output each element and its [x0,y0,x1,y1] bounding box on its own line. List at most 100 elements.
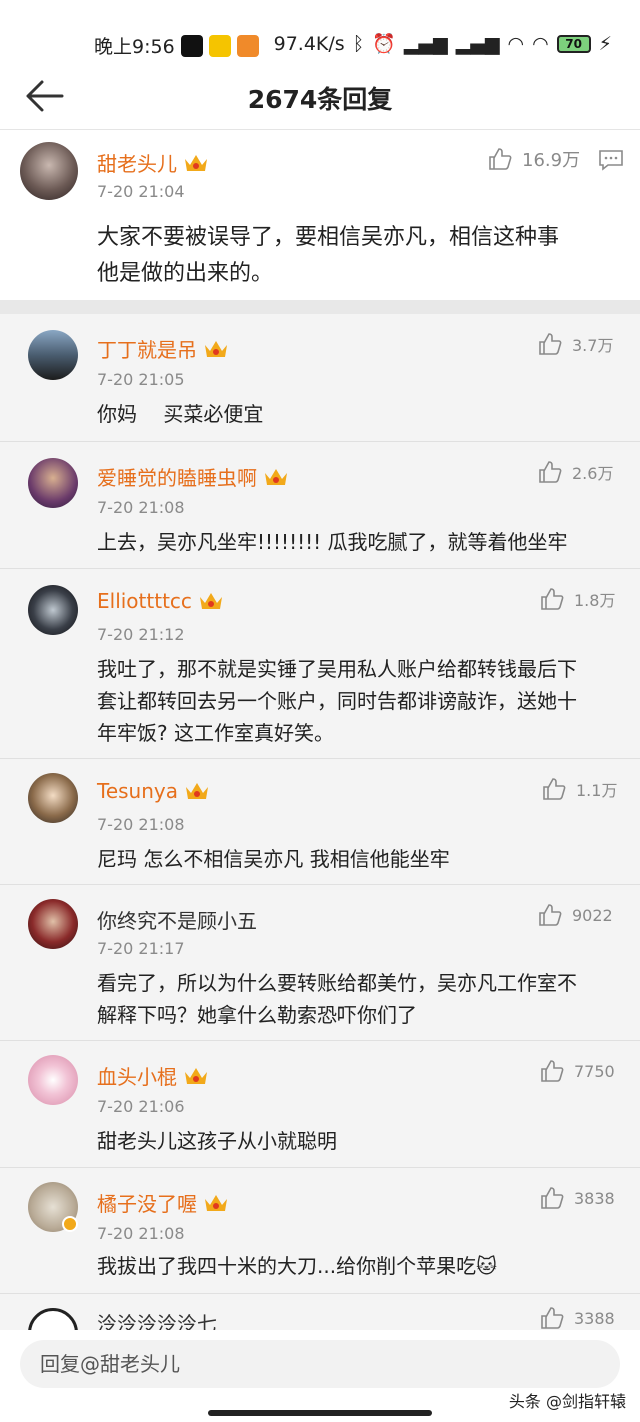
app-icon [236,34,259,57]
avatar[interactable] [28,585,78,635]
verified-badge-icon [62,1216,78,1232]
comment-line: 尼玛 怎么不相信吴亦凡 我相信他能坐牢 [97,847,450,871]
thumbs-up-icon [543,778,566,800]
like-button[interactable]: 16.9万 [488,146,580,172]
nav-bar: 2674条回复 [0,62,640,130]
like-count: 7750 [574,1061,615,1081]
like-button[interactable]: 9022 [538,903,613,927]
status-time: 晚上9:56 [94,36,175,58]
bottom-bar: 回复@甜老头儿 头条 @剑指轩辕 [0,1330,640,1422]
like-count: 2.6万 [572,464,614,483]
reply-list: 丁丁就是吊 7-20 21:05 3.7万 你妈 买菜必便宜 爱睡觉的瞌睡虫啊 … [0,314,640,1358]
comment-line: 看完了，所以为什么要转账给都美竹，吴亦凡工作室不 [97,971,577,995]
avatar[interactable] [28,1055,78,1105]
comment-line: 上去，吴亦凡坐牢!!!!!!!! 瓜我吃腻了，就等着他坐牢 [97,530,568,554]
bluetooth-icon: ᛒ [352,32,365,55]
username[interactable]: 甜老头儿 [97,148,209,177]
username-text: 橘子没了喔 [97,1192,197,1216]
like-count: 3838 [574,1188,615,1208]
home-indicator[interactable] [208,1410,432,1416]
thumbs-up-icon [541,1060,564,1082]
thumbs-up-icon [541,588,564,610]
like-button[interactable]: 3.7万 [538,332,613,356]
username[interactable]: Elliottttcc [97,589,224,613]
username[interactable]: 橘子没了喔 [97,1188,229,1217]
comment-text: 我吐了，那不就是实锤了吴用私人账户给都转钱最后下 套让都转回去另一个账户，同时告… [97,653,577,749]
network-speed: 97.4K/s [273,32,345,55]
like-count: 16.9万 [522,150,581,171]
crown-icon [205,1194,227,1211]
divider [0,300,640,314]
comment-time: 7-20 21:05 [97,370,185,389]
comment-line: 年牢饭? 这工作室真好笑。 [97,721,334,745]
charging-icon: ⚡ [598,32,612,55]
comment-time: 7-20 21:08 [97,498,185,517]
list-item[interactable]: 泠泠泠泠泠七 3388 [0,1294,640,1358]
list-item[interactable]: Tesunya 7-20 21:08 1.1万 尼玛 怎么不相信吴亦凡 我相信他… [0,759,640,885]
username-text: 丁丁就是吊 [97,338,197,362]
like-button[interactable]: 7750 [540,1059,615,1083]
like-count: 1.1万 [576,781,618,800]
crown-icon [186,783,208,799]
crown-icon [185,154,207,171]
comment-text: 你妈 买菜必便宜 [97,398,263,430]
comment-line: 你妈 买菜必便宜 [97,402,264,426]
avatar[interactable] [28,330,78,380]
meituan-icon [208,34,231,57]
crown-icon [199,593,222,609]
comment-text: 大家不要被误导了，要相信吴亦凡，相信这种事 他是做的出来的。 [97,220,559,292]
thumbs-up-icon [541,1307,564,1329]
signal-icon: ▂▄▆ [403,32,448,55]
avatar[interactable] [28,899,78,949]
username-text: Elliottttcc [97,589,192,613]
like-button[interactable]: 1.1万 [542,777,617,801]
comment-line: 我吐了，那不就是实锤了吴用私人账户给都转钱最后下 [97,657,577,681]
list-item[interactable]: 橘子没了喔 7-20 21:08 3838 我拔出了我四十米的大刀...给你削个… [0,1168,640,1294]
list-item[interactable]: 丁丁就是吊 7-20 21:05 3.7万 你妈 买菜必便宜 [0,314,640,442]
list-item[interactable]: 血头小棍 7-20 21:06 7750 甜老头儿这孩子从小就聪明 [0,1041,640,1168]
avatar[interactable] [28,773,78,823]
comment-time: 7-20 21:17 [97,939,185,958]
avatar[interactable] [20,142,78,200]
username[interactable]: 血头小棍 [97,1061,209,1090]
alarm-icon: ⏰ [372,33,396,55]
username-text: 甜老头儿 [97,152,177,176]
username-text: 你终究不是顾小五 [97,909,257,933]
status-left: 晚上9:56 [94,32,259,59]
like-button[interactable]: 1.8万 [540,587,615,611]
comment-icon[interactable] [598,148,624,172]
crown-icon [205,340,227,357]
crown-icon [185,1067,207,1084]
thumbs-up-icon [541,1187,564,1209]
like-button[interactable]: 2.6万 [538,460,613,484]
username-text: Tesunya [97,779,178,803]
list-item[interactable]: 你终究不是顾小五 7-20 21:17 9022 看完了，所以为什么要转账给都美… [0,885,640,1041]
username[interactable]: 丁丁就是吊 [97,334,229,363]
comment-line: 解释下吗？她拿什么勒索恐吓你们了 [97,1003,417,1027]
like-count: 1.8万 [574,591,616,610]
signal-icon-2: ▂▄▆ [455,32,500,55]
comment-text: 我拔出了我四十米的大刀...给你削个苹果吃🐱 [97,1250,497,1282]
username[interactable]: 你终究不是顾小五 [97,905,257,934]
list-item[interactable]: Elliottttcc 7-20 21:12 1.8万 我吐了，那不就是实锤了吴… [0,569,640,759]
thumbs-up-icon [489,148,512,170]
main-comment[interactable]: 甜老头儿 7-20 21:04 16.9万 大家不要被误导了，要相信吴亦凡，相信… [0,130,640,300]
list-item[interactable]: 爱睡觉的瞌睡虫啊 7-20 21:08 2.6万 上去，吴亦凡坐牢!!!!!!!… [0,442,640,569]
like-button[interactable]: 3388 [540,1306,615,1330]
comment-line: 甜老头儿这孩子从小就聪明 [97,1129,337,1153]
comment-text: 甜老头儿这孩子从小就聪明 [97,1125,337,1157]
comment-time: 7-20 21:08 [97,1224,185,1243]
wifi-icon-2: ◠ [532,32,549,55]
avatar[interactable] [28,458,78,508]
comment-text: 尼玛 怎么不相信吴亦凡 我相信他能坐牢 [97,843,450,875]
page-title: 2674条回复 [247,85,393,114]
like-count: 3.7万 [572,336,614,355]
comment-text: 看完了，所以为什么要转账给都美竹，吴亦凡工作室不 解释下吗？她拿什么勒索恐吓你们… [97,967,577,1031]
comment-text: 上去，吴亦凡坐牢!!!!!!!! 瓜我吃腻了，就等着他坐牢 [97,526,568,558]
username[interactable]: Tesunya [97,779,210,803]
username[interactable]: 爱睡觉的瞌睡虫啊 [97,462,289,491]
like-button[interactable]: 3838 [540,1186,615,1210]
capcut-icon [180,34,203,57]
reply-input[interactable]: 回复@甜老头儿 [20,1340,620,1388]
battery-icon: 70 [556,34,591,53]
